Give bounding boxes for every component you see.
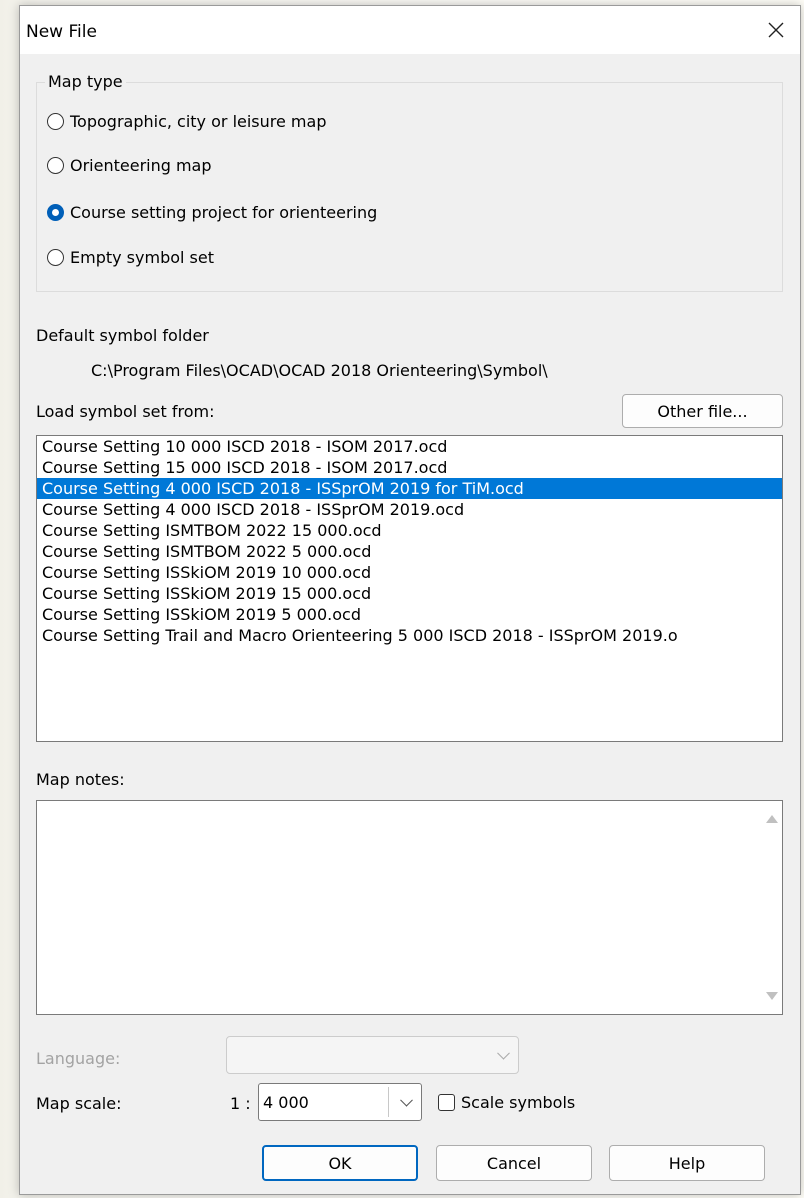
map-scale-value[interactable]: 4 000	[259, 1093, 309, 1112]
chevron-down-icon	[497, 1046, 510, 1060]
radio-indicator[interactable]	[47, 113, 64, 130]
radio-label: Topographic, city or leisure map	[70, 112, 327, 131]
cancel-button[interactable]: Cancel	[436, 1145, 592, 1181]
list-item[interactable]: Course Setting 15 000 ISCD 2018 - ISOM 2…	[37, 457, 782, 478]
other-file-button[interactable]: Other file...	[622, 394, 783, 428]
symbol-set-list[interactable]: Course Setting 10 000 ISCD 2018 - ISOM 2…	[36, 435, 783, 742]
dialog-title: New File	[26, 22, 97, 42]
default-symbol-folder-path: C:\Program Files\OCAD\OCAD 2018 Orientee…	[91, 361, 548, 380]
combo-divider	[388, 1087, 389, 1117]
list-item[interactable]: Course Setting 10 000 ISCD 2018 - ISOM 2…	[37, 436, 782, 457]
map-type-legend: Map type	[45, 72, 126, 91]
radio-label: Course setting project for orienteering	[70, 203, 378, 222]
radio-indicator-checked[interactable]	[47, 204, 64, 221]
load-symbol-set-label: Load symbol set from:	[36, 402, 215, 421]
list-item[interactable]: Course Setting ISSkiOM 2019 10 000.ocd	[37, 562, 782, 583]
map-scale-label: Map scale:	[36, 1094, 122, 1113]
new-file-dialog: New File Map type Topographic, city or l…	[19, 5, 801, 1195]
radio-indicator[interactable]	[47, 157, 64, 174]
notes-scrollbar[interactable]	[762, 801, 782, 1014]
list-item-selected[interactable]: Course Setting 4 000 ISCD 2018 - ISSprOM…	[37, 478, 782, 499]
list-item[interactable]: Course Setting ISSkiOM 2019 5 000.ocd	[37, 604, 782, 625]
map-scale-prefix: 1 :	[230, 1094, 251, 1113]
scale-symbols-checkbox[interactable]	[438, 1094, 455, 1111]
help-button[interactable]: Help	[609, 1145, 765, 1181]
map-notes-textarea[interactable]	[36, 800, 783, 1015]
radio-label: Orienteering map	[70, 156, 212, 175]
scroll-down-arrow-icon[interactable]	[766, 992, 778, 1000]
radio-indicator[interactable]	[47, 249, 64, 266]
list-item[interactable]: Course Setting Trail and Macro Orienteer…	[37, 625, 782, 646]
ok-button[interactable]: OK	[262, 1145, 418, 1181]
default-symbol-folder-label: Default symbol folder	[36, 326, 209, 345]
radio-orienteering[interactable]: Orienteering map	[47, 156, 212, 175]
language-select	[226, 1036, 519, 1074]
radio-label: Empty symbol set	[70, 248, 214, 267]
list-item[interactable]: Course Setting ISSkiOM 2019 15 000.ocd	[37, 583, 782, 604]
close-button[interactable]	[754, 8, 798, 52]
radio-topographic[interactable]: Topographic, city or leisure map	[47, 112, 326, 131]
language-label: Language:	[36, 1049, 121, 1068]
radio-course-setting[interactable]: Course setting project for orienteering	[47, 203, 377, 222]
title-bar: New File	[20, 6, 800, 54]
scale-symbols-checkbox-row[interactable]: Scale symbols	[438, 1093, 575, 1112]
map-scale-combo[interactable]: 4 000	[258, 1083, 422, 1121]
radio-empty-symbol-set[interactable]: Empty symbol set	[47, 248, 214, 267]
scale-symbols-label: Scale symbols	[461, 1093, 576, 1112]
chevron-down-icon[interactable]	[400, 1093, 413, 1107]
scroll-up-arrow-icon[interactable]	[766, 815, 778, 823]
close-icon	[768, 22, 784, 38]
list-item[interactable]: Course Setting ISMTBOM 2022 15 000.ocd	[37, 520, 782, 541]
list-item[interactable]: Course Setting 4 000 ISCD 2018 - ISSprOM…	[37, 499, 782, 520]
map-notes-label: Map notes:	[36, 770, 125, 789]
list-item[interactable]: Course Setting ISMTBOM 2022 5 000.ocd	[37, 541, 782, 562]
